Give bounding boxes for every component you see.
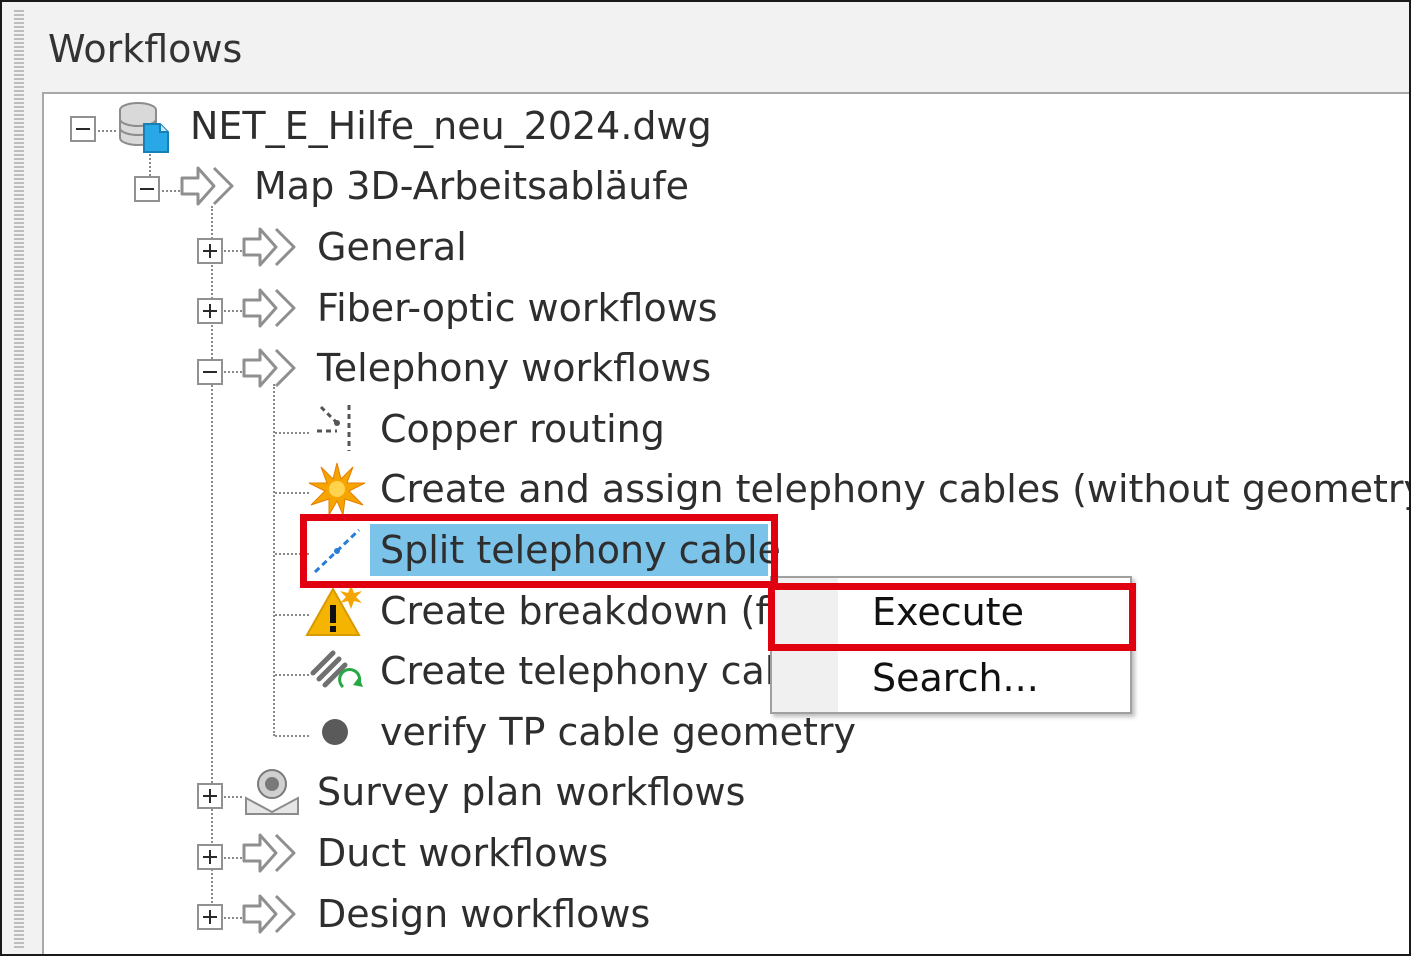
dot-icon — [307, 704, 367, 760]
menu-item-search[interactable]: Search... — [872, 648, 1039, 708]
double-arrow-icon — [240, 219, 300, 275]
tree-item-copper[interactable]: Copper routing — [380, 401, 665, 457]
telephony-collapse-toggle[interactable] — [197, 359, 223, 385]
tree-item-telephony[interactable]: Telephony workflows — [317, 340, 711, 396]
map-collapse-toggle[interactable] — [134, 176, 160, 202]
tree-item-general[interactable]: General — [317, 219, 467, 275]
highlight-box-execute — [768, 583, 1136, 651]
duct-expand-toggle[interactable] — [197, 844, 223, 870]
routing-icon — [307, 401, 367, 457]
double-arrow-icon — [240, 280, 300, 336]
starburst-icon — [307, 461, 367, 517]
tree-item-design[interactable]: Design workflows — [317, 886, 650, 942]
tree-item-root[interactable]: NET_E_Hilfe_neu_2024.dwg — [190, 98, 712, 154]
panel-title: Workflows — [48, 27, 243, 71]
double-arrow-icon — [178, 158, 238, 214]
panel-grip[interactable] — [14, 10, 24, 950]
workflows-panel: Workflows NET_E_Hilfe_neu_2024.dwg Map 3… — [0, 0, 1411, 956]
double-arrow-icon — [240, 825, 300, 881]
fiber-expand-toggle[interactable] — [197, 298, 223, 324]
survey-icon — [242, 764, 302, 820]
tree-item-create-cab[interactable]: Create telephony cab — [380, 643, 789, 699]
cable-refresh-icon — [307, 643, 367, 699]
survey-expand-toggle[interactable] — [197, 783, 223, 809]
highlight-box-split — [300, 514, 778, 588]
design-expand-toggle[interactable] — [197, 904, 223, 930]
tree-item-breakdown[interactable]: Create breakdown (fr — [380, 583, 784, 639]
database-document-icon — [114, 98, 174, 154]
double-arrow-icon — [240, 886, 300, 942]
double-arrow-icon — [240, 340, 300, 396]
root-collapse-toggle[interactable] — [70, 116, 96, 142]
general-expand-toggle[interactable] — [197, 238, 223, 264]
warning-icon — [305, 583, 365, 639]
tree-item-fiber[interactable]: Fiber-optic workflows — [317, 280, 718, 336]
tree-item-duct[interactable]: Duct workflows — [317, 825, 608, 881]
tree-item-create-assign[interactable]: Create and assign telephony cables (with… — [380, 461, 1409, 517]
tree-item-map[interactable]: Map 3D-Arbeitsabläufe — [254, 158, 689, 214]
tree-item-survey[interactable]: Survey plan workflows — [317, 764, 745, 820]
